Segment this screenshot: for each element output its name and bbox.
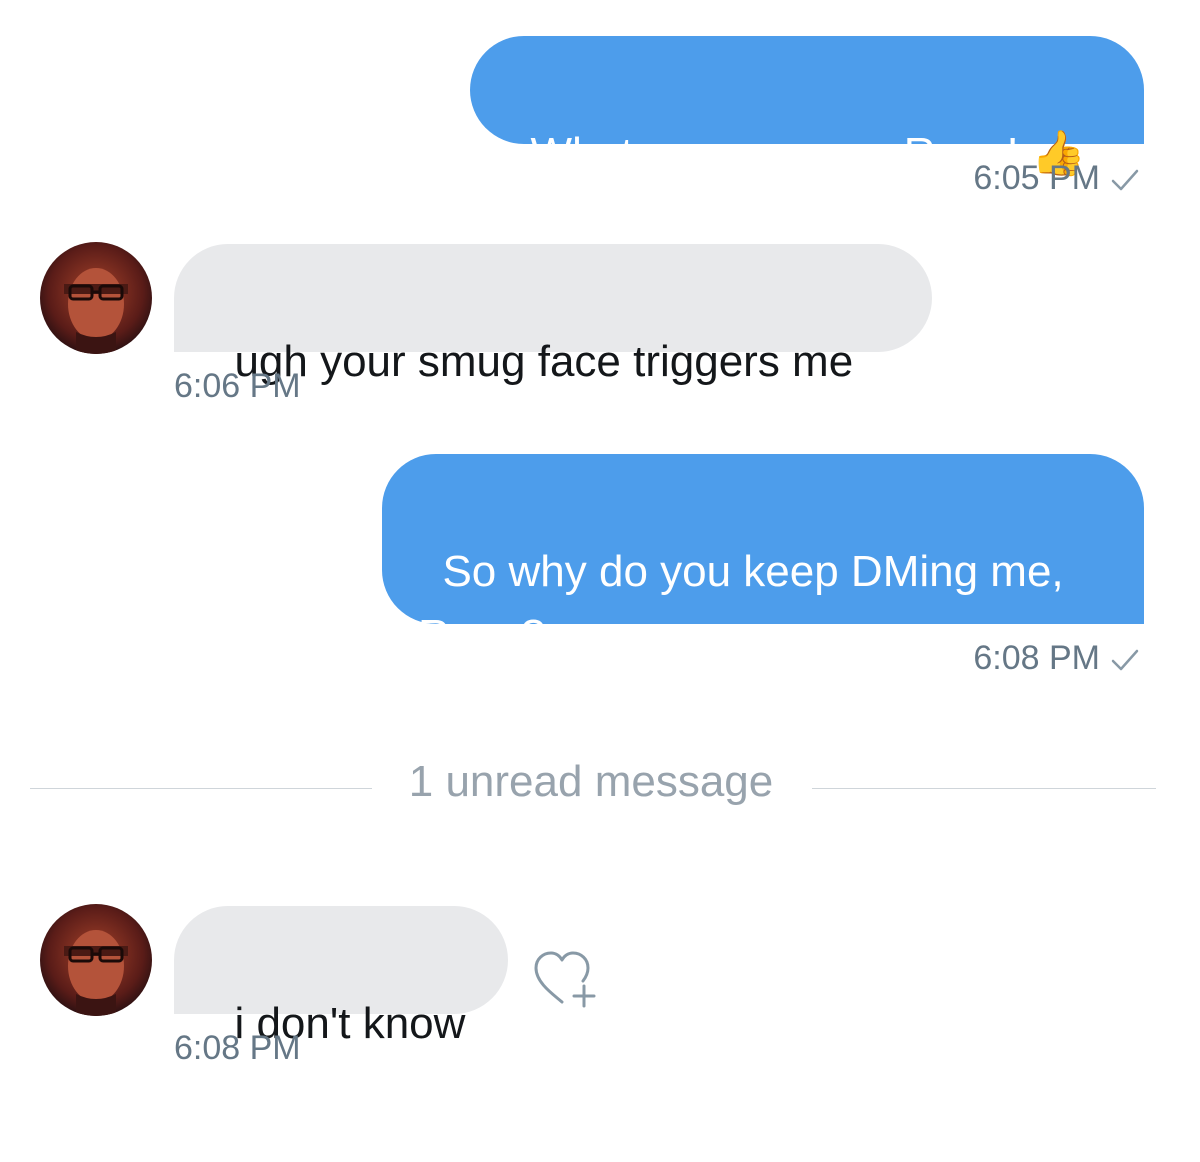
divider-line-right <box>812 788 1156 789</box>
user-avatar-icon <box>40 242 152 354</box>
timestamp-text: 6:08 PM <box>973 639 1100 677</box>
unread-divider-label: 1 unread message <box>408 757 774 806</box>
message-timestamp: 6:08 PM <box>973 638 1140 678</box>
timestamp-text: 6:06 PM <box>174 367 301 405</box>
sent-message-bubble[interactable]: So why do you keep DMing me, Ryan? <box>382 454 1144 660</box>
sent-message-bubble[interactable]: Whatever you say, Ryan! 👍 <box>470 36 1144 178</box>
user-avatar-icon <box>40 904 152 1016</box>
message-text: ugh your smug face triggers me <box>234 337 854 386</box>
avatar[interactable] <box>40 904 152 1016</box>
heart-plus-icon <box>534 951 596 1008</box>
avatar[interactable] <box>40 242 152 354</box>
received-message-bubble[interactable]: ugh your smug face triggers me <box>174 244 932 386</box>
like-message-button[interactable] <box>528 946 598 1010</box>
message-timestamp: 6:06 PM <box>174 366 301 406</box>
received-message-bubble[interactable]: i don't know <box>174 906 508 1048</box>
message-timestamp: 6:05 PM <box>973 158 1140 198</box>
checkmark-icon <box>1111 169 1139 191</box>
timestamp-text: 6:05 PM <box>973 159 1100 197</box>
timestamp-text: 6:08 PM <box>174 1029 301 1067</box>
divider-line-left <box>30 788 372 789</box>
checkmark-icon <box>1111 649 1139 671</box>
message-timestamp: 6:08 PM <box>174 1028 301 1068</box>
